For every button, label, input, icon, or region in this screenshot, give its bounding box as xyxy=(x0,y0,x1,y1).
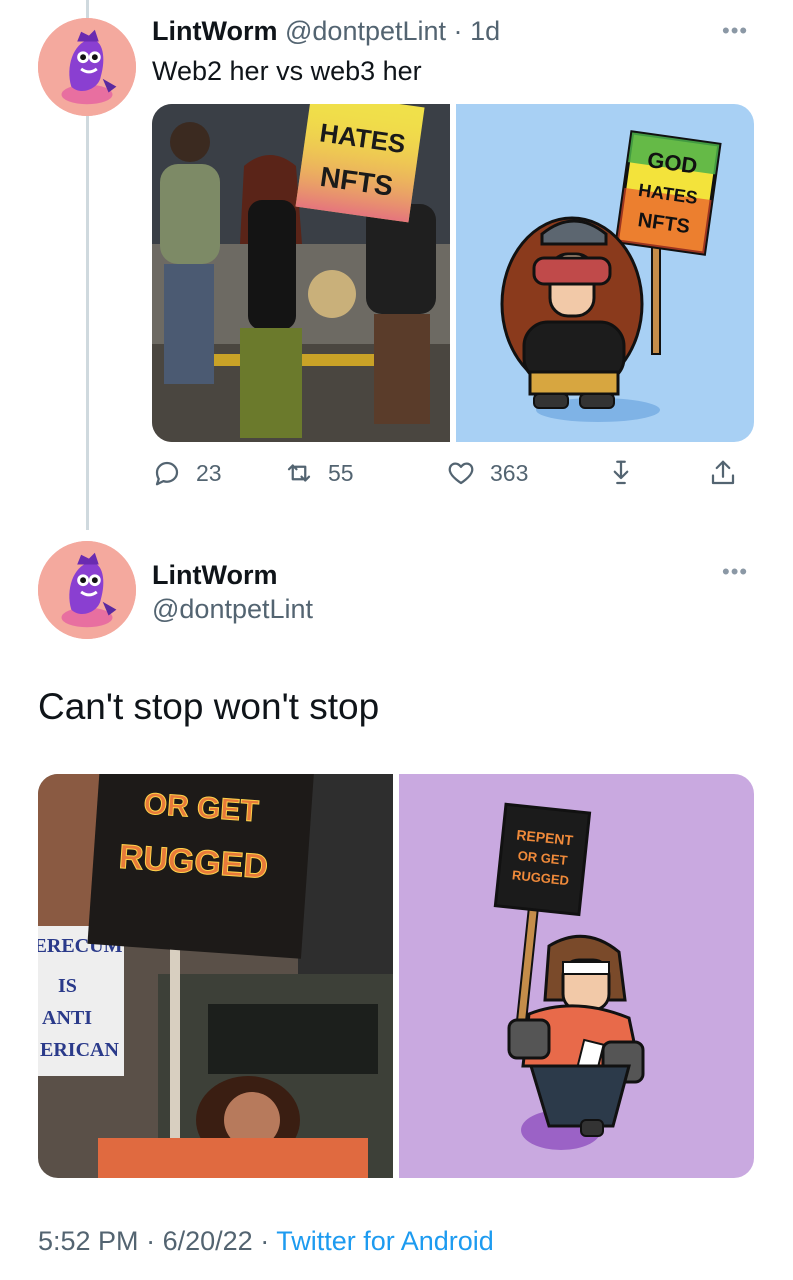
avatar[interactable] xyxy=(38,541,136,639)
tweet1-action-bar: 23 55 363 xyxy=(152,458,752,498)
retweet-icon xyxy=(287,464,311,482)
like-count: 363 xyxy=(490,459,529,486)
side-sign-line3: ANTI xyxy=(42,1007,92,1029)
header-separator: · xyxy=(453,16,463,46)
retweet-count: 55 xyxy=(328,459,354,486)
timestamp-separator-1: · xyxy=(146,1226,156,1256)
share-button[interactable] xyxy=(708,458,738,488)
more-horizontal-icon[interactable]: ••• xyxy=(722,561,748,583)
tweet2-text: Can't stop won't stop xyxy=(38,686,380,727)
tweet-timestamp: 5:52 PM · 6/20/22 · Twitter for Android xyxy=(38,1226,494,1257)
side-sign-line4: ERICAN xyxy=(40,1039,119,1061)
reply-count: 23 xyxy=(196,459,222,486)
retweet-button[interactable]: 55 xyxy=(284,458,354,488)
photo-web2-protest[interactable]: ERECUM IS ANTI ERICAN OR GET RUGGED xyxy=(38,774,393,1178)
download-icon xyxy=(613,460,629,485)
photo-web3-cartoon[interactable]: REPENT OR GET RUGGED xyxy=(399,774,754,1178)
avatar[interactable] xyxy=(38,18,136,116)
author-name[interactable]: LintWorm xyxy=(152,16,277,46)
avatar-worm-image xyxy=(38,18,136,116)
reply-icon xyxy=(155,461,179,486)
tweet-time[interactable]: 5:52 PM xyxy=(38,1226,139,1256)
author-handle[interactable]: @dontpetLint xyxy=(285,16,446,46)
like-button[interactable]: 363 xyxy=(446,458,528,488)
avatar-worm-image xyxy=(38,541,136,639)
tweet1-text: Web2 her vs web3 her xyxy=(152,56,422,86)
download-button[interactable] xyxy=(606,458,636,488)
tweet1-header: LintWorm @dontpetLint · 1d xyxy=(152,16,500,47)
timestamp-separator-2: · xyxy=(260,1226,270,1256)
tweet-date[interactable]: 6/20/22 xyxy=(163,1226,253,1256)
photo-web3[interactable]: GOD HATES NFTS xyxy=(456,104,754,442)
heart-icon xyxy=(448,462,474,485)
time-ago[interactable]: 1d xyxy=(470,16,500,46)
author-name[interactable]: LintWorm xyxy=(152,560,277,591)
tweet2-media: ERECUM IS ANTI ERICAN OR GET RUGGED REPE… xyxy=(38,774,754,1178)
reply-button[interactable]: 23 xyxy=(152,458,222,488)
more-horizontal-icon[interactable]: ••• xyxy=(722,20,748,42)
tweet1-media: HATES NFTS GOD HATES NFTS xyxy=(152,104,754,442)
photo-web2[interactable]: HATES NFTS xyxy=(152,104,450,442)
tweet-source-link[interactable]: Twitter for Android xyxy=(276,1226,494,1256)
author-handle[interactable]: @dontpetLint xyxy=(152,594,313,625)
side-sign-line2: IS xyxy=(58,975,77,997)
share-icon xyxy=(711,460,735,485)
